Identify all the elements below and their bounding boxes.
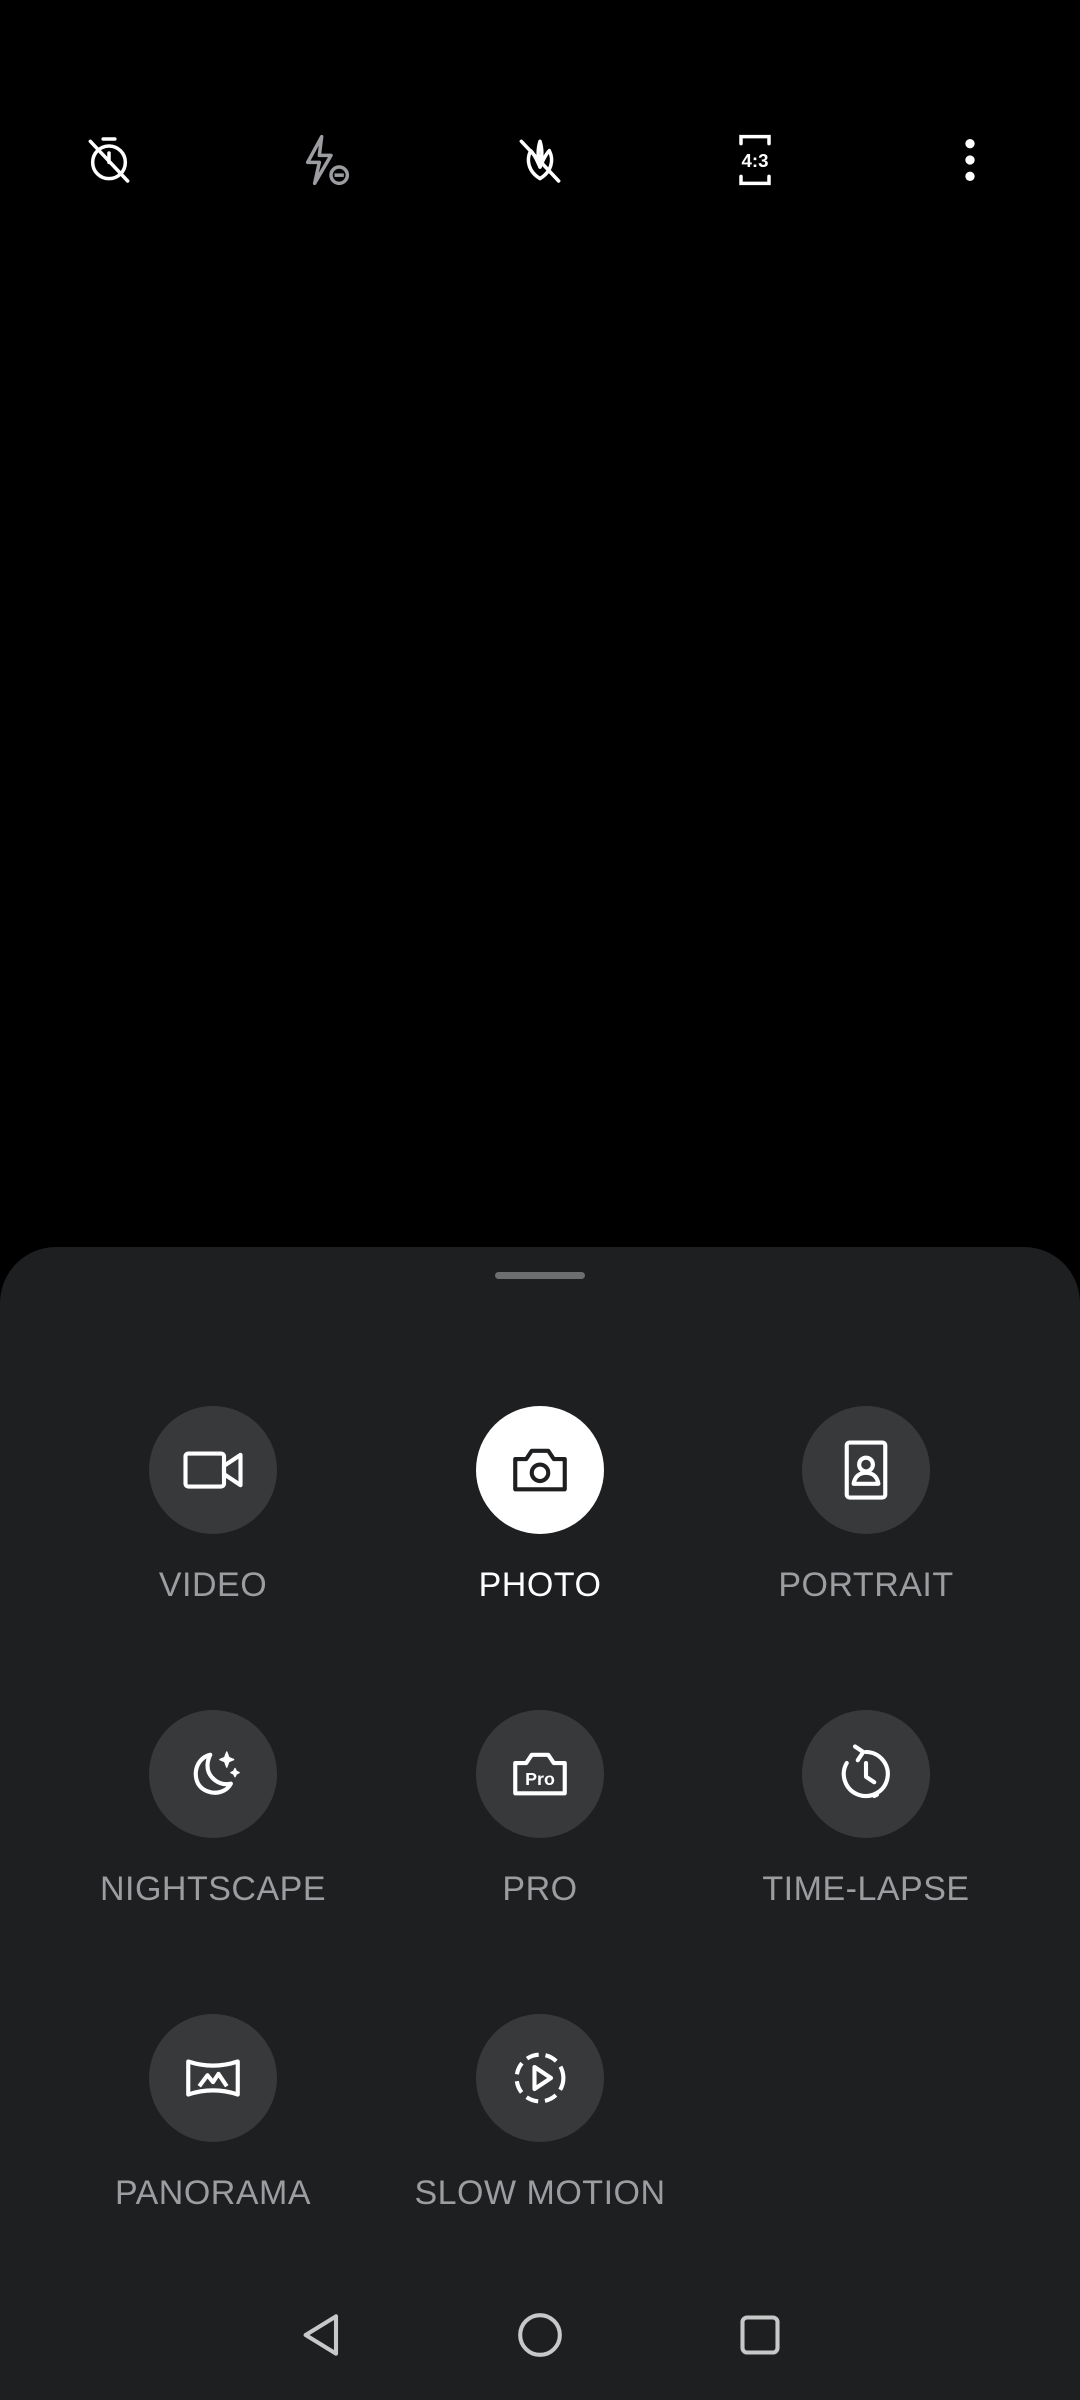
- mode-portrait-button[interactable]: [802, 1406, 930, 1534]
- moon-stars-icon: [193, 1751, 240, 1795]
- back-triangle-icon: [303, 2314, 339, 2356]
- mode-slow-motion-button[interactable]: [476, 2014, 604, 2142]
- mode-sheet: VIDEO PHOTO PORTRAIT NIGHTSCAPE Pro PRO …: [0, 1247, 1080, 2400]
- mode-photo-label: PHOTO: [478, 1566, 602, 1604]
- viewfinder[interactable]: [0, 220, 1080, 1250]
- timer-off-icon: [88, 137, 130, 183]
- flash-icon: [305, 134, 350, 186]
- filter-button[interactable]: [490, 110, 590, 210]
- more-options-button[interactable]: [920, 110, 1020, 210]
- mode-time-lapse-button[interactable]: [802, 1710, 930, 1838]
- mode-pro-button[interactable]: Pro: [476, 1710, 604, 1838]
- camera-toolbar: 4:3: [0, 110, 1080, 210]
- mode-video-label: VIDEO: [158, 1566, 268, 1604]
- recents-square-icon: [740, 2315, 780, 2355]
- mode-slow-motion[interactable]: SLOW MOTION: [390, 2014, 690, 2254]
- mode-slow-motion-label: SLOW MOTION: [414, 2174, 666, 2212]
- mode-video-button[interactable]: [149, 1406, 277, 1534]
- timer-button[interactable]: [59, 110, 159, 210]
- mode-photo-button[interactable]: [476, 1406, 604, 1534]
- mode-panorama[interactable]: PANORAMA: [63, 2014, 363, 2254]
- nav-recents-button[interactable]: [715, 2290, 805, 2380]
- mode-nightscape-label: NIGHTSCAPE: [99, 1870, 327, 1908]
- mode-nightscape[interactable]: NIGHTSCAPE: [63, 1710, 363, 1950]
- mode-time-lapse[interactable]: TIME-LAPSE: [716, 1710, 1016, 1950]
- sheet-drag-handle[interactable]: [495, 1272, 585, 1279]
- mode-nightscape-button[interactable]: [149, 1710, 277, 1838]
- video-camera-icon: [183, 1451, 243, 1489]
- mode-pro-label: PRO: [502, 1870, 578, 1908]
- flash-button[interactable]: [274, 110, 374, 210]
- pro-badge: Pro: [525, 1769, 555, 1789]
- filter-off-icon: [519, 139, 561, 183]
- camera-icon: [513, 1448, 567, 1492]
- mode-pro[interactable]: Pro PRO: [390, 1710, 690, 1950]
- camera-app: 4:3 VIDEO PHOTO PORTRAIT NIGHTSCAPE Pro …: [0, 0, 1080, 2400]
- aspect-ratio-button[interactable]: 4:3: [705, 110, 805, 210]
- aspect-ratio-icon: 4:3: [739, 134, 771, 186]
- mode-photo[interactable]: PHOTO: [390, 1406, 690, 1646]
- nav-home-button[interactable]: [495, 2290, 585, 2380]
- mode-panorama-label: PANORAMA: [114, 2174, 312, 2212]
- pro-camera-icon: Pro: [513, 1752, 567, 1796]
- mode-video[interactable]: VIDEO: [63, 1406, 363, 1646]
- mode-portrait-label: PORTRAIT: [778, 1566, 954, 1604]
- more-vertical-icon: [965, 139, 975, 181]
- mode-portrait[interactable]: PORTRAIT: [716, 1406, 1016, 1646]
- panorama-icon: [186, 2059, 240, 2097]
- nav-back-button[interactable]: [277, 2290, 367, 2380]
- mode-panorama-button[interactable]: [149, 2014, 277, 2142]
- system-nav-bar: [0, 2290, 1080, 2380]
- mode-time-lapse-label: TIME-LAPSE: [762, 1870, 970, 1908]
- aspect-ratio-label: 4:3: [742, 150, 769, 171]
- slow-motion-icon: [514, 2052, 566, 2104]
- time-lapse-icon: [841, 1744, 890, 1799]
- portrait-icon: [844, 1440, 888, 1500]
- home-circle-icon: [518, 2313, 562, 2357]
